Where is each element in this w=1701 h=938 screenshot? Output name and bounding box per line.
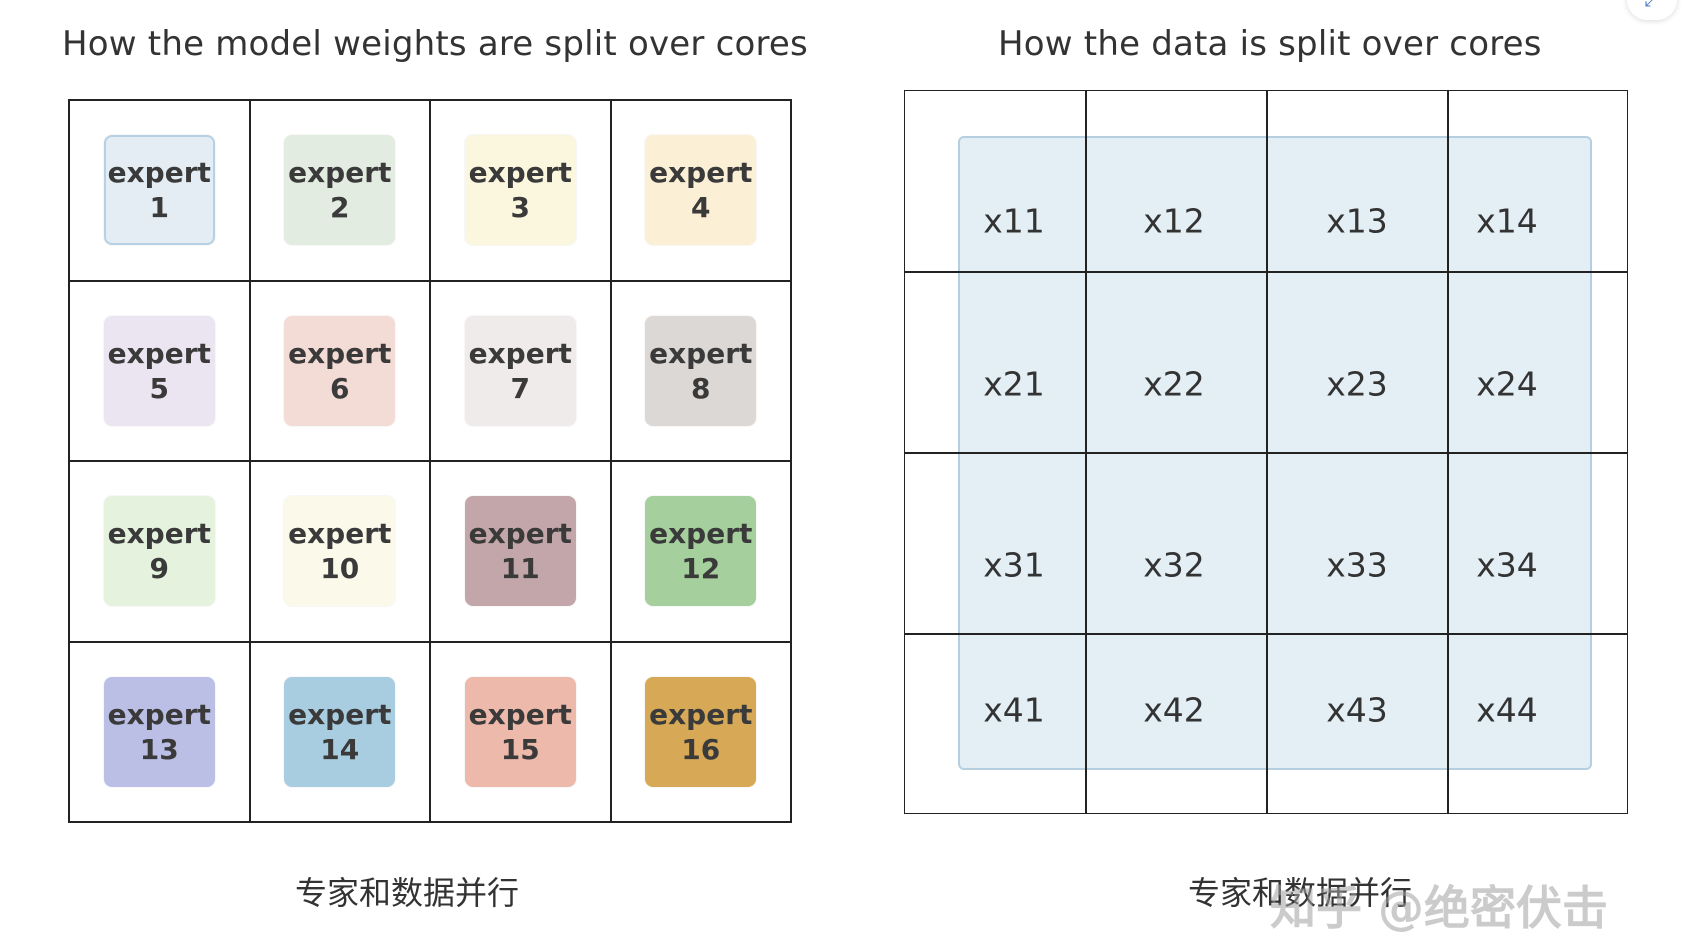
core-cell: expert 7 <box>430 280 611 461</box>
expert-box: expert 5 <box>103 315 215 426</box>
left-caption: 专家和数据并行 <box>295 874 520 912</box>
expand-icon: ⤢ <box>1645 0 1659 11</box>
right-diagram-title: How the data is split over cores <box>998 24 1542 64</box>
expert-label: expert <box>649 517 753 551</box>
core-cell: expert 3 <box>430 100 611 281</box>
expert-box: expert 3 <box>464 135 576 246</box>
expert-box: expert 9 <box>103 496 215 607</box>
expert-box: expert 6 <box>284 315 396 426</box>
expert-label: expert <box>649 336 753 370</box>
expert-label: expert <box>468 697 572 731</box>
expert-number: 1 <box>149 191 169 225</box>
data-split-grid: x11 x12 x13 x14 x21 x22 x23 x24 x31 x32 x33 x34 x41 x… <box>904 90 1628 814</box>
left-diagram-title: How the model weights are split over cor… <box>62 24 808 64</box>
expert-label: expert <box>468 156 572 190</box>
expert-number: 10 <box>320 552 360 586</box>
expert-box: expert 4 <box>645 135 757 246</box>
expert-box: expert 2 <box>284 135 396 246</box>
data-shard-label: x44 <box>1476 690 1538 730</box>
data-shard-label: x32 <box>1143 545 1205 585</box>
expert-box: expert 7 <box>464 315 576 426</box>
data-shard-label: x13 <box>1326 201 1388 241</box>
core-cell: expert 11 <box>430 461 611 642</box>
expert-number: 8 <box>691 371 711 405</box>
expert-label: expert <box>288 156 392 190</box>
expert-number: 15 <box>500 732 540 766</box>
data-shard-label: x34 <box>1476 545 1538 585</box>
expert-number: 6 <box>330 371 350 405</box>
expert-label: expert <box>288 517 392 551</box>
expert-box: expert 15 <box>464 676 576 787</box>
core-cell: expert 8 <box>610 280 791 461</box>
expert-label: expert <box>107 336 211 370</box>
core-cell: expert 1 <box>69 100 250 281</box>
grid-horizontal-line <box>905 452 1627 454</box>
data-shard-label: x33 <box>1326 545 1388 585</box>
expert-label: expert <box>288 336 392 370</box>
expert-number: 5 <box>149 371 169 405</box>
expert-number: 13 <box>139 732 179 766</box>
model-weights-grid: expert 1 expert 2 expert 3 expert 4 expert 5 exper… <box>68 99 792 823</box>
core-cell: expert 4 <box>610 100 791 281</box>
core-cell: expert 10 <box>249 461 430 642</box>
grid-vertical-line <box>1447 91 1449 813</box>
expert-number: 12 <box>681 552 721 586</box>
expert-label: expert <box>107 517 211 551</box>
core-cell: expert 16 <box>610 641 791 822</box>
data-shard-label: x31 <box>983 545 1045 585</box>
core-cell: expert 12 <box>610 461 791 642</box>
data-shard-label: x23 <box>1326 364 1388 404</box>
expert-box: expert 16 <box>645 676 757 787</box>
expert-box: expert 13 <box>103 676 215 787</box>
data-shard-label: x21 <box>983 364 1045 404</box>
expert-box: expert 11 <box>464 496 576 607</box>
expert-number: 3 <box>510 191 530 225</box>
expert-number: 7 <box>510 371 530 405</box>
expert-box: expert 1 <box>103 135 215 246</box>
data-shard-label: x22 <box>1143 364 1205 404</box>
expert-label: expert <box>468 517 572 551</box>
expert-box: expert 10 <box>284 496 396 607</box>
expand-button[interactable]: ⤢ <box>1627 0 1677 20</box>
expert-label: expert <box>649 156 753 190</box>
data-shard-label: x11 <box>983 201 1045 241</box>
expert-label: expert <box>107 156 211 190</box>
expert-number: 16 <box>681 732 721 766</box>
watermark: 知乎 @绝密伏击 <box>1270 881 1609 935</box>
expert-number: 11 <box>500 552 540 586</box>
expert-number: 2 <box>330 191 350 225</box>
data-shard-label: x12 <box>1143 201 1205 241</box>
data-shard-label: x43 <box>1326 690 1388 730</box>
expert-box: expert 8 <box>645 315 757 426</box>
expert-label: expert <box>649 697 753 731</box>
expert-number: 14 <box>320 732 360 766</box>
expert-box: expert 14 <box>284 676 396 787</box>
core-cell: expert 6 <box>249 280 430 461</box>
core-cell: expert 13 <box>69 641 250 822</box>
expert-number: 9 <box>149 552 169 586</box>
expert-number: 4 <box>691 191 711 225</box>
core-cell: expert 14 <box>249 641 430 822</box>
expert-label: expert <box>288 697 392 731</box>
data-shard-label: x14 <box>1476 201 1538 241</box>
expert-box: expert 12 <box>645 496 757 607</box>
data-shard-label: x24 <box>1476 364 1538 404</box>
core-cell: expert 9 <box>69 461 250 642</box>
expert-label: expert <box>468 336 572 370</box>
data-shard-label: x41 <box>983 690 1045 730</box>
grid-horizontal-line <box>905 633 1627 635</box>
core-cell: expert 5 <box>69 280 250 461</box>
expert-label: expert <box>107 697 211 731</box>
core-cell: expert 15 <box>430 641 611 822</box>
data-shard-label: x42 <box>1143 690 1205 730</box>
core-cell: expert 2 <box>249 100 430 281</box>
